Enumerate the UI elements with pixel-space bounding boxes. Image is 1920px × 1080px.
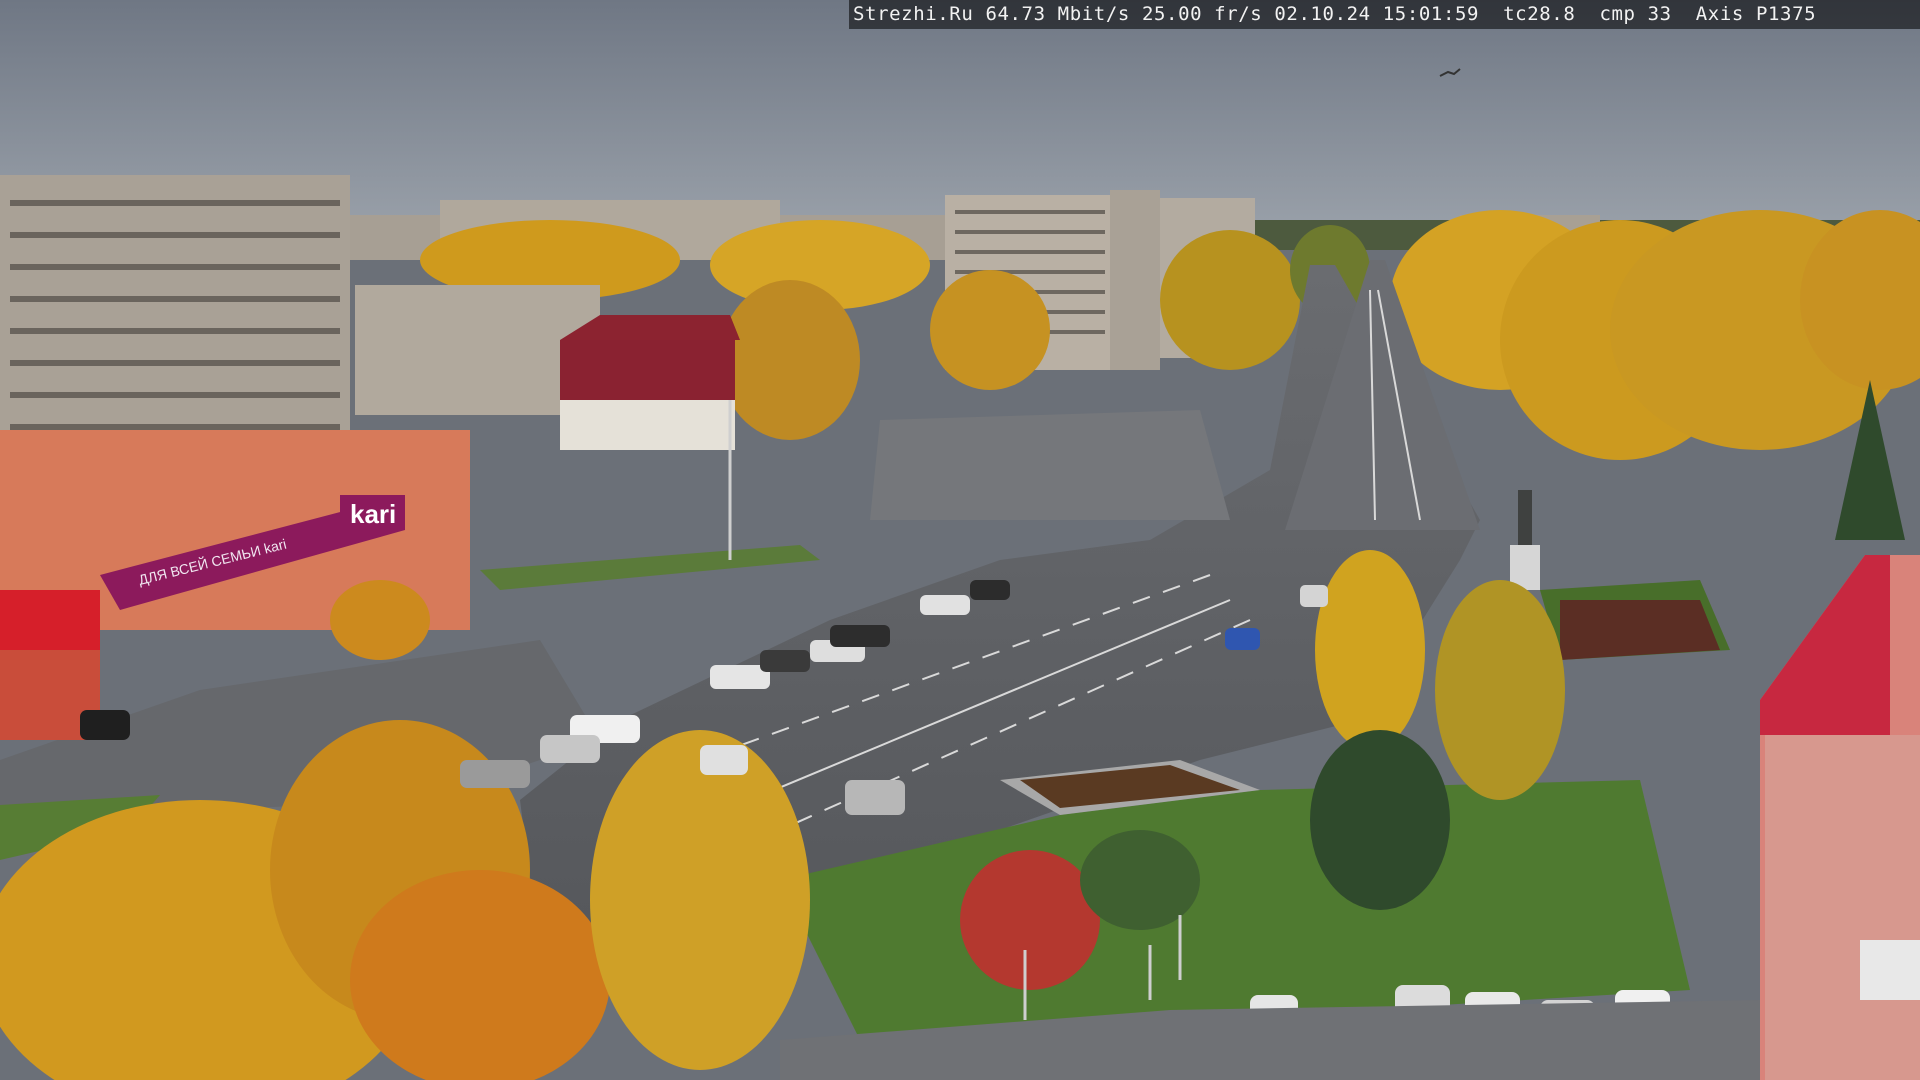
camera-info-bar: Strezhi.Ru 64.73 Mbit/s 25.00 fr/s 02.10… <box>849 0 1920 29</box>
street-scene: kari ДЛЯ ВСЕЙ СЕМЬИ kari <box>0 0 1920 1080</box>
right-avenue-trees <box>1390 210 1920 540</box>
overlay-tc: tc28.8 <box>1503 3 1576 25</box>
overlay-framerate: 25.00 fr/s <box>1141 3 1263 25</box>
camera-frame: kari ДЛЯ ВСЕЙ СЕМЬИ kari Strezhi.Ru 64.7… <box>0 0 1920 1080</box>
overlay-site: Strezhi.Ru <box>853 3 974 25</box>
overlay-cmp: cmp 33 <box>1599 3 1672 25</box>
kari-sign: kari <box>350 499 396 529</box>
right-tower-building <box>1760 555 1920 1080</box>
overlay-device: Axis P1375 <box>1695 3 1817 25</box>
red-roof-house <box>560 315 740 450</box>
plaza <box>870 410 1230 520</box>
overlay-bitrate: 64.73 Mbit/s <box>985 3 1130 25</box>
monument <box>1510 490 1540 590</box>
overlay-time: 15:01:59 <box>1382 3 1480 25</box>
overlay-date: 02.10.24 <box>1274 3 1371 25</box>
